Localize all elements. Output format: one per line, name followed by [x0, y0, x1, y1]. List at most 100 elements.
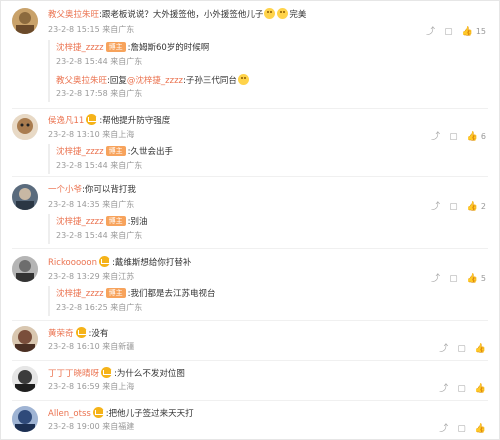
comment-meta: 23-2-8 16:59 来自上海 — [48, 382, 135, 391]
divider — [12, 248, 488, 249]
comment-meta: 23-2-8 13:10 来自上海 — [48, 130, 135, 139]
comment-actions: ⤴ ▢ 👍 5 — [422, 271, 486, 284]
reply-author[interactable]: 教父奥拉朱旺 — [56, 76, 107, 86]
vip-crown-icon — [101, 367, 113, 378]
like-count: 2 — [480, 202, 486, 211]
comment-actions: ⤴ ▢ 👍 — [430, 421, 486, 434]
reply-author[interactable]: 沈梓捷_zzzz — [56, 289, 104, 299]
comment-icon[interactable]: ▢ — [444, 27, 453, 37]
reply-author[interactable]: 沈梓捷_zzzz — [56, 217, 104, 227]
reply-list: 沈梓捷_zzzz 博主:别油 23-2-8 15:44 来自广东 — [48, 214, 147, 244]
divider — [12, 360, 488, 361]
emoji-icon — [277, 8, 289, 19]
vip-crown-icon — [86, 114, 98, 125]
divider — [12, 320, 488, 321]
avatar[interactable] — [12, 326, 38, 352]
avatar[interactable] — [12, 114, 38, 140]
commenter-name[interactable]: 教父奥拉朱旺 — [48, 10, 99, 20]
vip-crown-icon — [75, 327, 87, 338]
author-badge: 博主 — [105, 288, 126, 298]
comment-icon[interactable]: ▢ — [457, 384, 466, 394]
share-icon[interactable]: ⤴ — [439, 381, 448, 394]
reply-list: 沈梓捷_zzzz 博主:詹姆斯60岁的时候啊 23-2-8 15:44 来自广东 … — [48, 40, 249, 102]
commenter-name[interactable]: Rickooooon — [48, 258, 97, 268]
reply-meta: 23-2-8 15:44 来自广东 — [56, 161, 143, 170]
share-icon[interactable]: ⤴ — [426, 24, 435, 37]
like-icon[interactable]: 👍 — [475, 424, 486, 434]
author-badge: 博主 — [105, 216, 126, 226]
reply-text: :詹姆斯60岁的时候啊 — [127, 43, 210, 53]
commenter-name[interactable]: 黄荣奇 — [48, 329, 74, 339]
comment-text-suffix: 完美 — [289, 10, 307, 20]
reply-meta: 23-2-8 15:44 来自广东 — [56, 231, 143, 240]
reply-text: :我们都是去江苏电视台 — [127, 289, 216, 299]
comment-actions: ⤴ ▢ 👍 6 — [422, 129, 486, 142]
comment-text: :把他儿子签过来天天打 — [105, 409, 194, 419]
avatar[interactable] — [12, 406, 38, 432]
vip-crown-icon — [92, 407, 104, 418]
comment-text: :跟老板说说？大外援签他，小外援签他儿子 — [99, 10, 264, 20]
reply-text: :别油 — [127, 217, 148, 227]
comment-meta: 23-2-8 15:15 来自广东 — [48, 25, 135, 34]
like-icon[interactable]: 👍 — [467, 202, 478, 212]
comment-actions: ⤴ ▢ 👍 — [430, 381, 486, 394]
comment-meta: 23-2-8 19:00 来自福建 — [48, 422, 135, 431]
commenter-name[interactable]: Allen_otss — [48, 409, 91, 419]
author-badge: 博主 — [105, 42, 126, 52]
divider — [12, 400, 488, 401]
reply-text: :久世会出手 — [127, 147, 173, 157]
like-icon[interactable]: 👍 — [475, 344, 486, 354]
like-icon[interactable]: 👍 — [467, 132, 478, 142]
comment-icon[interactable]: ▢ — [449, 132, 458, 142]
like-count: 5 — [480, 274, 486, 283]
reply-text: :回复 — [107, 76, 127, 86]
like-count: 15 — [475, 27, 486, 36]
comment-icon[interactable]: ▢ — [457, 424, 466, 434]
commenter-name[interactable]: 侯逸凡11 — [48, 116, 84, 126]
avatar[interactable] — [12, 184, 38, 210]
comment-actions: ⤴ ▢ 👍 15 — [417, 24, 486, 37]
avatar[interactable] — [12, 256, 38, 282]
like-count: 6 — [480, 132, 486, 141]
emoji-icon — [264, 8, 276, 19]
reply-list: 沈梓捷_zzzz 博主:久世会出手 23-2-8 15:44 来自广东 — [48, 144, 173, 174]
reply-text-2: :子孙三代同台 — [183, 76, 237, 86]
like-icon[interactable]: 👍 — [467, 274, 478, 284]
share-icon[interactable]: ⤴ — [431, 199, 440, 212]
mention-link[interactable]: @沈梓捷_zzzz — [127, 76, 183, 86]
avatar[interactable] — [12, 8, 38, 34]
comment-text: :帮他提升防守强度 — [99, 116, 171, 126]
reply-meta: 23-2-8 16:25 来自广东 — [56, 303, 143, 312]
reply-list: 沈梓捷_zzzz 博主:我们都是去江苏电视台 23-2-8 16:25 来自广东 — [48, 286, 215, 316]
comment-meta: 23-2-8 13:29 来自江苏 — [48, 272, 135, 281]
share-icon[interactable]: ⤴ — [439, 341, 448, 354]
divider — [12, 176, 488, 177]
comment-icon[interactable]: ▢ — [457, 344, 466, 354]
share-icon[interactable]: ⤴ — [439, 421, 448, 434]
reply-meta: 23-2-8 17:58 来自广东 — [56, 89, 143, 98]
emoji-icon — [237, 74, 249, 85]
avatar[interactable] — [12, 366, 38, 392]
divider — [12, 108, 488, 109]
comment-icon[interactable]: ▢ — [449, 274, 458, 284]
share-icon[interactable]: ⤴ — [431, 271, 440, 284]
comment-text: :戴维斯想给你打替补 — [111, 258, 192, 268]
reply-author[interactable]: 沈梓捷_zzzz — [56, 147, 104, 157]
share-icon[interactable]: ⤴ — [431, 129, 440, 142]
like-icon[interactable]: 👍 — [462, 27, 473, 37]
vip-crown-icon — [98, 256, 110, 267]
comment-meta: 23-2-8 14:35 来自广东 — [48, 200, 135, 209]
comment-text: :为什么不发对位图 — [114, 369, 185, 379]
comment-icon[interactable]: ▢ — [449, 202, 458, 212]
comment-text: :没有 — [88, 329, 109, 339]
comment-actions: ⤴ ▢ 👍 — [430, 341, 486, 354]
reply-meta: 23-2-8 15:44 来自广东 — [56, 57, 143, 66]
commenter-name[interactable]: 丁丁丁晓晴呀 — [48, 369, 99, 379]
comment-meta: 23-2-8 16:10 来自新疆 — [48, 342, 135, 351]
comment-actions: ⤴ ▢ 👍 2 — [422, 199, 486, 212]
commenter-name[interactable]: 一个小爷 — [48, 185, 82, 195]
comment-text: :你可以背打我 — [82, 185, 136, 195]
author-badge: 博主 — [105, 146, 126, 156]
like-icon[interactable]: 👍 — [475, 384, 486, 394]
reply-author[interactable]: 沈梓捷_zzzz — [56, 43, 104, 53]
